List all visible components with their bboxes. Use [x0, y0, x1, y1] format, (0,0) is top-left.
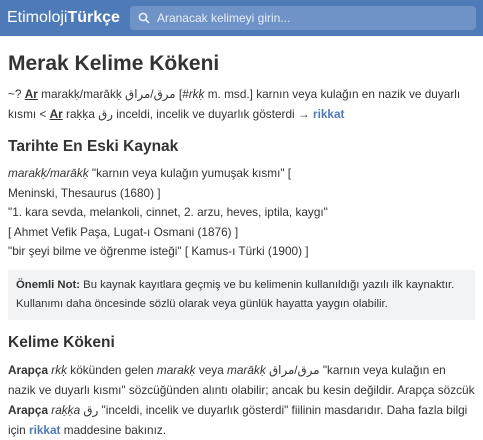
important-note: Önemli Not: Bu kaynak kayıtlara geçmiş v…	[8, 269, 475, 320]
history-line: Meninski, Thesaurus (1680) ]	[8, 185, 161, 200]
history-line: "bir şeyi bilme ve öğrenme isteği" [ Kam…	[8, 244, 309, 258]
origin-paragraph: Arapça rkḳ kökünden gelen marakḳ veya ma…	[8, 362, 475, 437]
history-line: "1. kara sevda, melankoli, cinnet, 2. ar…	[8, 205, 328, 219]
main-content: Merak Kelime Kökeni ~? Ar marakḳ/marākḳ …	[0, 52, 483, 440]
search-placeholder: Aranacak kelimeyi girin...	[156, 11, 291, 25]
history-heading: Tarihte En Eski Kaynak	[8, 138, 179, 155]
history-quotes: marakḳ/marākḳ "karnın veya kulağın yumuş…	[8, 164, 475, 262]
search-input[interactable]: Aranacak kelimeyi girin...	[129, 6, 476, 30]
site-logo[interactable]: EtimolojiTürkçe	[7, 9, 120, 27]
history-line: [ Ahmet Vefik Paşa, Lugat-ı Osmani (1876…	[8, 224, 239, 239]
top-bar: EtimolojiTürkçe Aranacak kelimeyi girin.…	[0, 0, 483, 36]
page-title: Merak Kelime Kökeni	[8, 52, 220, 75]
history-line: marakḳ/marākḳ "karnın veya kulağın yumuş…	[8, 166, 292, 180]
rikkat-link[interactable]: rikkat	[29, 423, 60, 437]
search-icon	[138, 12, 150, 24]
lang-abbr: Ar	[24, 87, 38, 101]
origin-heading: Kelime Kökeni	[8, 333, 115, 351]
summary-paragraph: ~? Ar marakḳ/marākḳ مرق/مراق [#rkḳ m. ms…	[8, 87, 461, 121]
lang-abbr: Ar	[49, 107, 63, 121]
rikkat-link[interactable]: rikkat	[313, 107, 344, 121]
